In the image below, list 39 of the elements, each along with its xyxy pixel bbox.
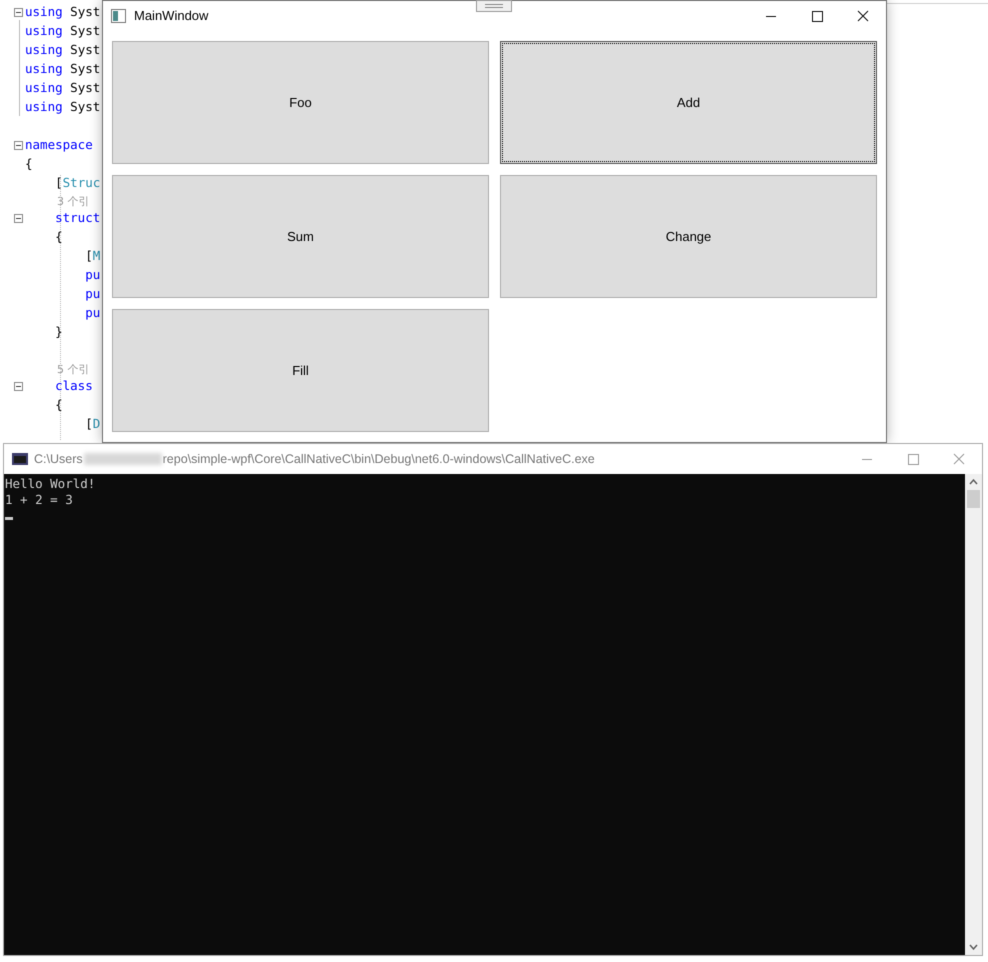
code-line: using Syst <box>25 44 100 57</box>
code-line: [Struc <box>54 177 100 190</box>
code-line: { <box>54 231 63 244</box>
action-button[interactable]: Foo <box>112 41 489 164</box>
code-line: class <box>54 380 93 393</box>
console-text: Hello World! <box>5 476 96 492</box>
code-line: pu <box>84 307 100 320</box>
code-line: struct <box>54 212 100 225</box>
action-button[interactable]: Change <box>500 175 877 298</box>
scroll-thumb[interactable] <box>967 490 980 508</box>
console-icon <box>12 453 28 465</box>
action-button[interactable]: Add <box>500 41 877 164</box>
scrollbar[interactable] <box>965 474 982 955</box>
code-line: [D <box>84 418 100 431</box>
window-icon <box>111 9 126 23</box>
collapse-icon[interactable] <box>14 382 23 391</box>
code-line: { <box>54 399 63 412</box>
text-cursor <box>5 517 13 520</box>
action-button[interactable]: Fill <box>112 309 489 432</box>
console-title: repo\simple-wpf\Core\CallNativeC\bin\Debug\net6.0-windows\CallNativeC.exe <box>162 450 595 468</box>
collapse-icon[interactable] <box>14 214 23 223</box>
code-line: pu <box>84 288 100 301</box>
code-line: using Syst <box>25 63 100 76</box>
collapse-icon[interactable] <box>14 8 23 17</box>
toolbar-handle-icon[interactable] <box>476 0 512 12</box>
action-button[interactable]: Sum <box>112 175 489 298</box>
code-line: using Syst <box>25 6 100 19</box>
code-line: using Syst <box>25 25 100 38</box>
console-title: C:\Users <box>34 450 83 468</box>
console-text: 1 + 2 = 3 <box>5 492 73 508</box>
code-line: namespace <box>25 139 93 152</box>
collapse-icon[interactable] <box>14 141 23 150</box>
code-line: } <box>54 326 63 339</box>
code-line: pu <box>84 269 100 282</box>
window-title: MainWindow <box>134 7 208 26</box>
code-line: [M <box>84 250 100 263</box>
code-line: { <box>25 158 33 171</box>
code-line: using Syst <box>25 82 100 95</box>
code-line: using Syst <box>25 101 100 114</box>
